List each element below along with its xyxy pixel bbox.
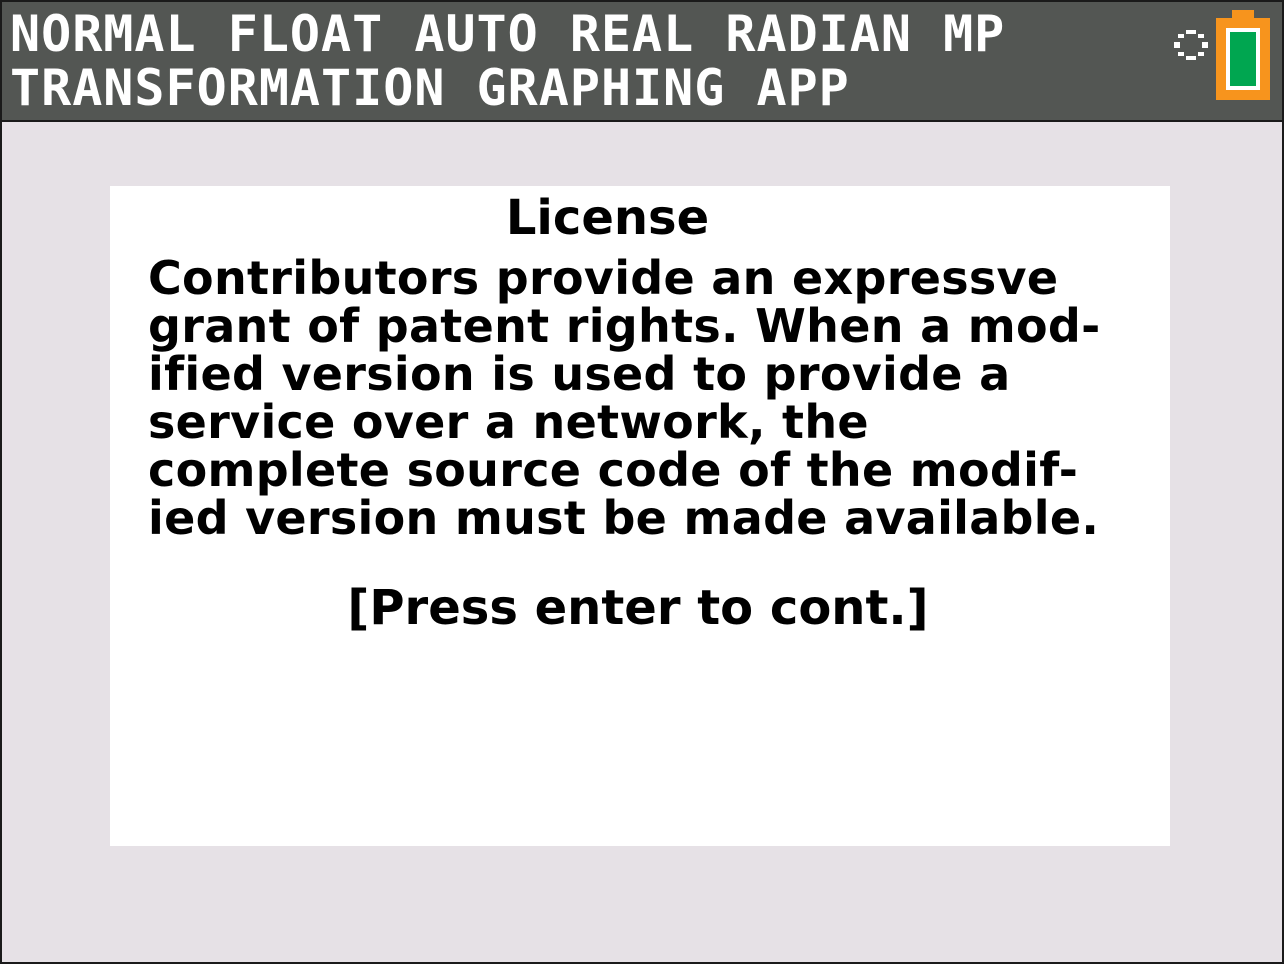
battery-icon	[1216, 10, 1270, 100]
license-text-line: ified version is used to provide a	[148, 347, 1011, 401]
license-text-line: service over a network, the	[148, 395, 869, 449]
status-bar: NORMAL FLOAT AUTO REAL RADIAN MP TRANSFO…	[0, 0, 1284, 122]
license-text-line: grant of patent rights. When a mod-	[148, 299, 1101, 353]
mode-status-line: NORMAL FLOAT AUTO REAL RADIAN MP	[10, 5, 1006, 63]
dialog-title: License	[505, 190, 710, 246]
continue-prompt[interactable]: [Press enter to cont.]	[0, 580, 1276, 636]
app-title-line: TRANSFORMATION GRAPHING APP	[10, 59, 850, 117]
license-text-line: complete source code of the modif-	[148, 443, 1079, 497]
license-text-line: ied version must be made available.	[148, 491, 1100, 545]
license-text-line: Contributors provide an expressve	[148, 251, 1059, 305]
busy-indicator-icon	[1174, 30, 1208, 60]
